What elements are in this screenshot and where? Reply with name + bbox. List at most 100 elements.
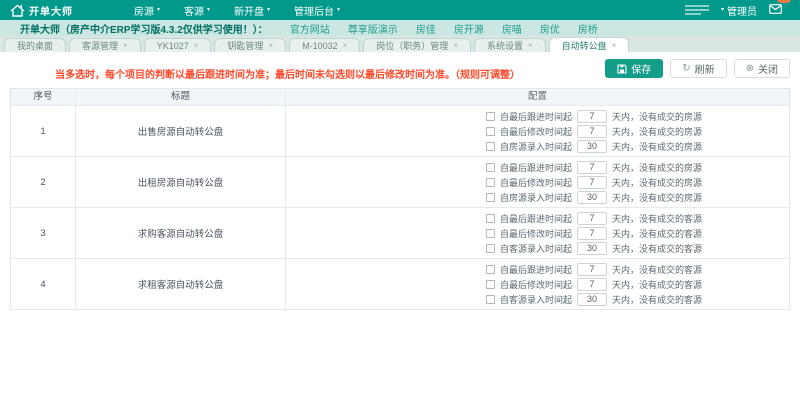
close-label: 关闭 [758, 61, 778, 76]
tab-my-desktop[interactable]: 我的桌面 [4, 38, 66, 52]
tab-strip: 我的桌面 客源管理 × YK1027 × 钥匙管理 × M-10032 × 岗位… [0, 36, 800, 52]
config-suffix: 天内，没有成交的房源 [612, 125, 702, 138]
link-fangmiao[interactable]: 房喵 [502, 21, 522, 36]
link-premium-demo[interactable]: 尊享版演示 [348, 21, 398, 36]
config-prefix: 自房源录入时间起 [500, 140, 572, 153]
tab-m10032[interactable]: M-10032 × [289, 38, 360, 52]
checkbox[interactable] [486, 112, 495, 121]
row-config: 自最后跟进时间起 天内，没有成交的房源 自最后修改时间起 天内，没有成交的房源 … [286, 106, 789, 156]
menu-fangyuan[interactable]: 房源 ▾ [134, 3, 160, 18]
user-menu[interactable]: ▾ 管理员 [721, 3, 757, 18]
close-icon[interactable]: × [453, 41, 458, 50]
days-input[interactable] [577, 293, 607, 306]
unread-count-badge: 13 [777, 0, 791, 3]
chevron-down-icon: ▾ [267, 7, 270, 13]
config-line: 自最后跟进时间起 天内，没有成交的房源 [486, 161, 702, 174]
row-index: 3 [11, 208, 76, 258]
save-button[interactable]: 保存 [605, 59, 663, 78]
menu-label: 管理后台 [294, 3, 334, 18]
close-icon[interactable]: × [612, 41, 617, 50]
close-button[interactable]: ⊗ 关闭 [734, 59, 790, 78]
menu-xinkaipan[interactable]: 新开盘 ▾ [234, 3, 270, 18]
days-input[interactable] [577, 212, 607, 225]
checkbox[interactable] [486, 163, 495, 172]
config-suffix: 天内，没有成交的客源 [612, 227, 702, 240]
info-bar: 开单大师（房产中介ERP学习版4.3.2仅供学习使用！）： 官方网站 尊享版演示… [0, 20, 800, 36]
checkbox[interactable] [486, 295, 495, 304]
config-line: 自最后修改时间起 天内，没有成交的房源 [486, 125, 702, 138]
header-index: 序号 [11, 89, 76, 105]
close-icon[interactable]: × [194, 41, 199, 50]
mail-button[interactable]: 13 [769, 1, 782, 19]
main-menu: 房源 ▾ 客源 ▾ 新开盘 ▾ 管理后台 ▾ [134, 3, 340, 18]
close-icon[interactable]: × [123, 41, 128, 50]
config-prefix: 自最后修改时间起 [500, 125, 572, 138]
app-logo[interactable]: 开单大师 [10, 3, 118, 18]
link-fangqiao[interactable]: 房桥 [578, 21, 598, 36]
config-table: 序号 标题 配置 1 出售房源自动转公盘 自最后跟进时间起 天内，没有成交的房源… [10, 88, 790, 310]
save-label: 保存 [631, 61, 651, 76]
row-title: 求购客源自动转公盘 [76, 208, 286, 258]
save-icon [617, 64, 627, 74]
chevron-down-icon: ▾ [207, 7, 210, 13]
days-input[interactable] [577, 161, 607, 174]
tab-label: 钥匙管理 [227, 39, 263, 52]
row-title: 出售房源自动转公盘 [76, 106, 286, 156]
config-line: 自房源录入时间起 天内，没有成交的房源 [486, 191, 702, 204]
checkbox[interactable] [486, 142, 495, 151]
refresh-button[interactable]: ↻ 刷新 [670, 59, 726, 78]
config-suffix: 天内，没有成交的客源 [612, 212, 702, 225]
config-suffix: 天内，没有成交的房源 [612, 161, 702, 174]
checkbox[interactable] [486, 214, 495, 223]
menu-label: 房源 [134, 3, 154, 18]
link-fangyou[interactable]: 房优 [540, 21, 560, 36]
tab-yk1027[interactable]: YK1027 × [144, 38, 212, 52]
menu-admin-backend[interactable]: 管理后台 ▾ [294, 3, 340, 18]
days-input[interactable] [577, 242, 607, 255]
checkbox[interactable] [486, 265, 495, 274]
checkbox[interactable] [486, 178, 495, 187]
config-prefix: 自最后修改时间起 [500, 227, 572, 240]
table-row: 2 出租房源自动转公盘 自最后跟进时间起 天内，没有成交的房源 自最后修改时间起… [11, 157, 789, 208]
tab-position-mgmt[interactable]: 岗位（职务）管理 × [363, 38, 471, 52]
days-input[interactable] [577, 263, 607, 276]
checkbox[interactable] [486, 229, 495, 238]
days-input[interactable] [577, 191, 607, 204]
config-prefix: 自最后跟进时间起 [500, 110, 572, 123]
checkbox[interactable] [486, 127, 495, 136]
link-fangkaiyuan[interactable]: 房开源 [454, 21, 484, 36]
tab-customer-mgmt[interactable]: 客源管理 × [69, 38, 141, 52]
tab-auto-public-pool[interactable]: 自动转公盘 × [549, 37, 630, 52]
close-icon[interactable]: × [343, 41, 348, 50]
row-index: 1 [11, 106, 76, 156]
table-row: 1 出售房源自动转公盘 自最后跟进时间起 天内，没有成交的房源 自最后修改时间起… [11, 106, 789, 157]
menu-keyuan[interactable]: 客源 ▾ [184, 3, 210, 18]
link-fangjia[interactable]: 房佳 [416, 21, 436, 36]
days-input[interactable] [577, 110, 607, 123]
config-suffix: 天内，没有成交的客源 [612, 263, 702, 276]
config-line: 自最后修改时间起 天内，没有成交的客源 [486, 278, 702, 291]
tab-label: M-10032 [302, 41, 338, 51]
house-logo-icon [10, 4, 25, 17]
header-title: 标题 [76, 89, 286, 105]
tab-key-mgmt[interactable]: 钥匙管理 × [214, 38, 286, 52]
checkbox[interactable] [486, 193, 495, 202]
days-input[interactable] [577, 227, 607, 240]
link-official-site[interactable]: 官方网站 [290, 21, 330, 36]
days-input[interactable] [577, 176, 607, 189]
checkbox[interactable] [486, 280, 495, 289]
days-input[interactable] [577, 125, 607, 138]
close-icon[interactable]: × [528, 41, 533, 50]
config-suffix: 天内，没有成交的房源 [612, 191, 702, 204]
rule-warning-text: 当多选时，每个项目的判断以最后跟进时间为准；最后时间未勾选则以最后修改时间为准。… [55, 66, 520, 81]
days-input[interactable] [577, 140, 607, 153]
table-header-row: 序号 标题 配置 [11, 89, 789, 106]
tab-label: 系统设置 [487, 39, 523, 52]
chevron-down-icon: ▾ [721, 7, 724, 13]
tab-label: YK1027 [157, 41, 189, 51]
tab-system-settings[interactable]: 系统设置 × [474, 38, 546, 52]
config-suffix: 天内，没有成交的房源 [612, 110, 702, 123]
days-input[interactable] [577, 278, 607, 291]
close-icon[interactable]: × [268, 41, 273, 50]
checkbox[interactable] [486, 244, 495, 253]
